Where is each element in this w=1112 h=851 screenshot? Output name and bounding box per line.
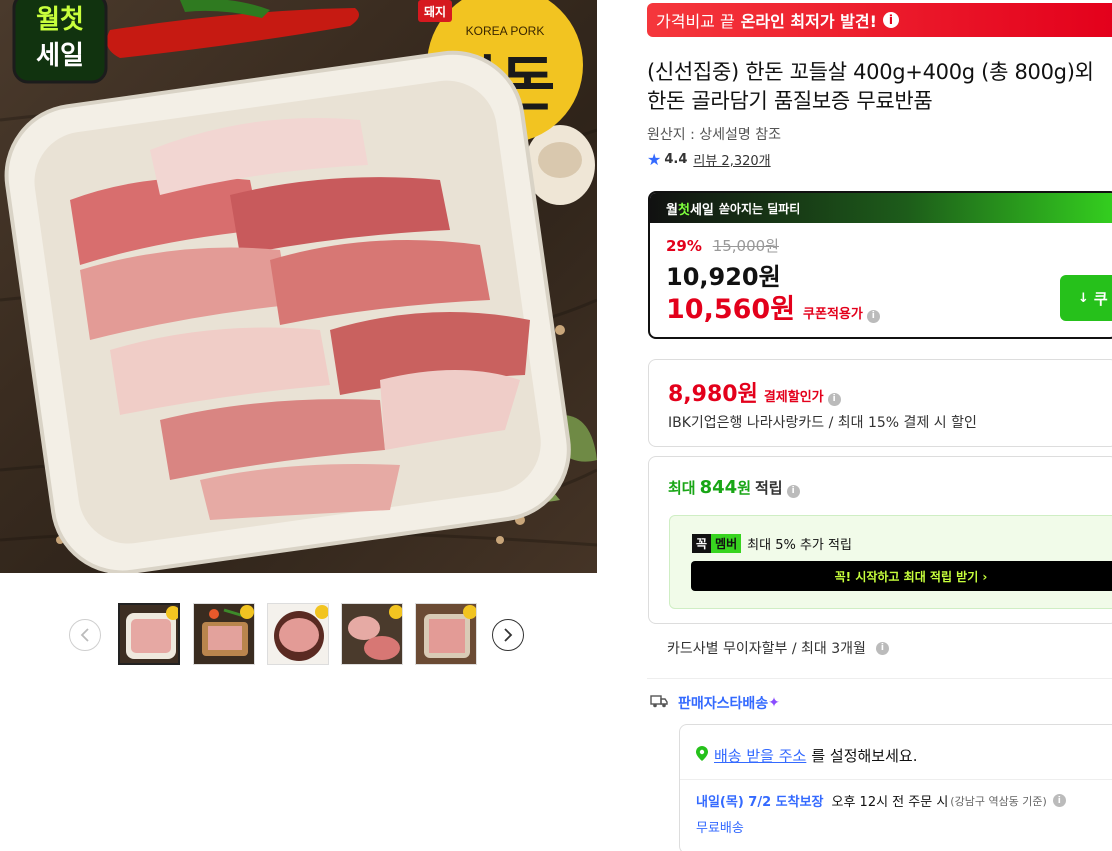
product-rating: ★ 4.4 리뷰 2,320개: [647, 150, 771, 169]
card-discount-price-line: 8,980원 결제할인가 i: [668, 376, 841, 408]
star-icon: ★: [647, 150, 662, 169]
thumbnail-5[interactable]: [415, 603, 477, 665]
membership-line: 꼭 멤버 최대 5% 추가 적립: [692, 534, 852, 553]
download-icon: ↓: [1078, 290, 1089, 306]
info-icon[interactable]: i: [866, 309, 880, 323]
reward-line: 최대 844 원 적립 i: [668, 477, 800, 498]
info-icon[interactable]: i: [875, 641, 889, 655]
divider: [647, 678, 1112, 679]
thumbnail-prev-button[interactable]: [69, 619, 101, 651]
product-origin: 원산지 : 상세설명 참조: [647, 127, 781, 143]
thumbnail-strip: [0, 573, 597, 693]
coupon-download-button[interactable]: ↓ 쿠: [1060, 275, 1112, 321]
deal-header: 월 첫 세일 쏟아지는 딜파티: [650, 193, 1112, 223]
discount-percent: 29%: [666, 237, 702, 255]
promo-emphasis: 온라인 최저가 발견!: [740, 12, 877, 31]
svg-text:월첫: 월첫: [36, 4, 84, 34]
reward-prefix: 최대: [668, 479, 696, 497]
promo-prefix: 가격비교 끝: [656, 12, 735, 31]
lowest-price-banner[interactable]: 가격비교 끝 온라인 최저가 발견! i: [647, 3, 1112, 37]
coupon-price-label: 쿠폰적용가: [803, 307, 863, 322]
divider: [680, 779, 1112, 780]
card-discount-desc: IBK기업은행 나라사랑카드 / 최대 15% 결제 시 할인: [668, 415, 977, 431]
delivery-location: (강남구 역삼동 기준): [950, 794, 1047, 808]
coupon-button-label: 쿠: [1093, 289, 1108, 308]
membership-box: 꼭 멤버 최대 5% 추가 적립 꼭! 시작하고 최대 적립 받기 ›: [669, 515, 1112, 609]
deal-header-sub: 쏟아지는 딜파티: [718, 201, 801, 216]
product-main-image: KOREA PORK 한돈 돼지 월첫 세일: [0, 0, 597, 573]
rating-score: 4.4: [664, 152, 688, 167]
info-icon[interactable]: i: [786, 484, 800, 498]
thumbnail-1[interactable]: [118, 603, 180, 665]
brand-top-badge: 돼지: [424, 4, 446, 19]
reward-unit: 원: [737, 479, 751, 497]
membership-start-button[interactable]: 꼭! 시작하고 최대 적립 받기 ›: [691, 561, 1112, 591]
reward-amount: 844: [699, 477, 738, 498]
deal-header-prefix: 월: [666, 202, 678, 218]
address-tail: 를 설정해보세요.: [811, 747, 918, 765]
member-badge: 멤버: [711, 534, 742, 553]
product-title: (신선집중) 한돈 꼬들살 400g+400g (총 800g)외 한돈 골라담…: [647, 60, 1094, 113]
coupon-price: 10,560원: [666, 294, 796, 325]
installment-info: 카드사별 무이자할부 / 최대 3개월 i: [667, 638, 889, 658]
deal-header-chot: 첫: [677, 202, 690, 218]
chevron-right-icon: [504, 628, 513, 642]
thumbnail-3[interactable]: [267, 603, 329, 665]
arrival-line: 내일(목) 7/2 도착보장 오후 12시 전 주문 시 (강남구 역삼동 기준…: [696, 791, 1066, 810]
thumbnail-2[interactable]: [193, 603, 255, 665]
thumbnail-4[interactable]: [341, 603, 403, 665]
address-line: 배송 받을 주소 를 설정해보세요.: [696, 745, 917, 766]
card-discount-price: 8,980원: [668, 382, 758, 407]
delivery-type: 판매자스타배송: [678, 696, 769, 712]
sparkle-icon: ✦: [768, 695, 780, 711]
coupon-price-line: 10,560원 쿠폰적용가 i: [666, 287, 880, 326]
info-icon[interactable]: i: [1052, 794, 1066, 807]
deal-header-suffix: 세일: [689, 202, 714, 218]
address-set-link[interactable]: 배송 받을 주소: [714, 745, 806, 766]
delivery-box: 배송 받을 주소 를 설정해보세요. 내일(목) 7/2 도착보장 오후 12시…: [679, 724, 1112, 851]
delivery-header: 판매자스타배송 ✦: [650, 693, 780, 713]
card-discount-box: 8,980원 결제할인가 i IBK기업은행 나라사랑카드 / 최대 15% 결…: [648, 359, 1112, 447]
installment-text: 카드사별 무이자할부 / 최대 3개월: [667, 641, 866, 657]
info-icon[interactable]: i: [827, 392, 841, 406]
truck-icon: [650, 694, 668, 712]
location-pin-icon: [696, 746, 708, 765]
reward-box: 최대 844 원 적립 i 꼭 멤버 최대 5% 추가 적립 꼭! 시작하고 최…: [648, 456, 1112, 624]
thumbnail-next-button[interactable]: [492, 619, 524, 651]
kkok-badge: 꼭: [692, 534, 712, 553]
arrival-guarantee: 내일(목) 7/2 도착보장: [696, 795, 824, 810]
info-icon[interactable]: i: [882, 12, 899, 28]
deal-price-box: 월 첫 세일 쏟아지는 딜파티 29% 15,000원 10,920원 10,5…: [648, 191, 1112, 339]
svg-text:세일: 세일: [36, 40, 84, 70]
discount-line: 29% 15,000원: [666, 235, 779, 256]
chevron-left-icon: [80, 628, 89, 642]
membership-text: 최대 5% 추가 적립: [747, 538, 852, 553]
reward-suffix: 적립: [755, 479, 783, 497]
order-deadline: 오후 12시 전 주문 시: [831, 795, 949, 810]
free-shipping: 무료배송: [696, 821, 744, 836]
brand-seal-english: KOREA PORK: [466, 24, 545, 38]
review-count-link[interactable]: 리뷰 2,320개: [693, 150, 770, 169]
card-discount-label: 결제할인가: [763, 390, 824, 405]
original-price: 15,000원: [712, 237, 779, 255]
product-info-panel: 가격비교 끝 온라인 최저가 발견! i (신선집중) 한돈 꼬들살 400g+…: [647, 0, 1112, 851]
